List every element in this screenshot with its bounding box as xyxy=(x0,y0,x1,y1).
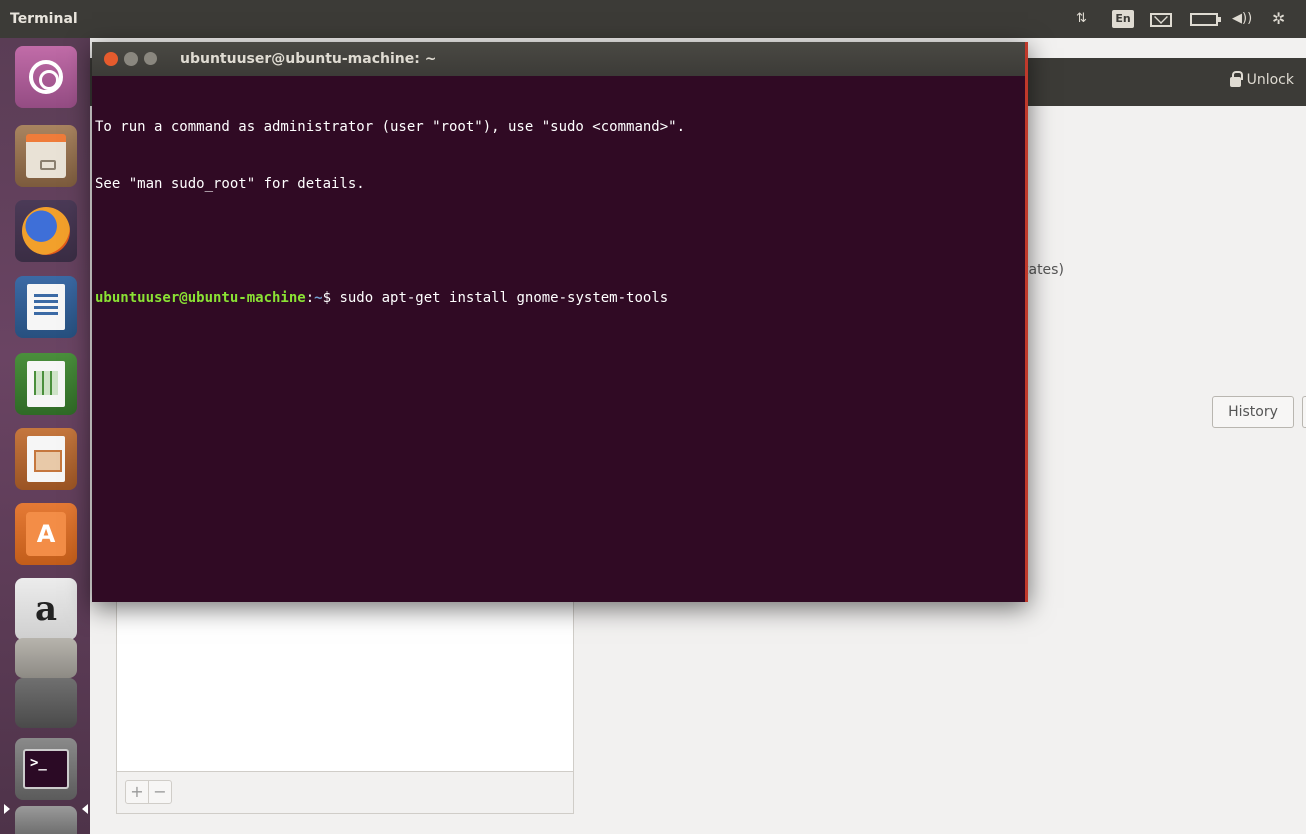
prompt-symbol: $ xyxy=(322,290,340,306)
mail-icon[interactable] xyxy=(1150,13,1172,27)
active-app-title: Terminal xyxy=(10,11,78,27)
terminal-title: ubuntuuser@ubuntu-machine: ~ xyxy=(180,51,437,67)
prompt-separator: : xyxy=(305,290,315,306)
ubuntu-logo-icon xyxy=(29,60,63,94)
terminal-titlebar[interactable]: ubuntuuser@ubuntu-machine: ~ xyxy=(92,42,1025,76)
battery-icon[interactable] xyxy=(1190,13,1221,26)
launcher-item-ubuntu-software[interactable]: A xyxy=(15,503,77,565)
partial-label: tates) xyxy=(1023,262,1064,278)
unlock-label: Unlock xyxy=(1246,72,1294,88)
launcher: A a >_ xyxy=(0,38,90,834)
file-cabinet-icon xyxy=(26,134,66,178)
offscreen-button-edge[interactable] xyxy=(1302,396,1306,428)
shopping-bag-icon: A xyxy=(26,512,66,556)
maximize-icon[interactable] xyxy=(144,52,157,65)
volume-icon[interactable]: ◀)) xyxy=(1232,11,1252,26)
calc-spreadsheet-icon xyxy=(27,361,65,407)
prompt-path: ~ xyxy=(314,290,323,306)
running-indicator-right xyxy=(82,804,88,814)
launcher-item-libreoffice-calc[interactable] xyxy=(15,353,77,415)
launcher-item-files[interactable] xyxy=(15,125,77,187)
running-indicator-left xyxy=(4,804,10,814)
terminal-output[interactable]: To run a command as administrator (user … xyxy=(92,80,1022,346)
list-toolbar: + − xyxy=(116,772,574,814)
typed-command: sudo apt-get install gnome-system-tools xyxy=(339,290,669,306)
top-panel: Terminal ⇅ En ◀)) ✲ xyxy=(0,0,1306,38)
prompt-user-host: ubuntuuser@ubuntu-machine xyxy=(95,290,306,306)
remove-button[interactable]: − xyxy=(148,780,172,804)
launcher-item-amazon[interactable]: a xyxy=(15,578,77,640)
terminal-prompt-line: ubuntuuser@ubuntu-machine:~$ sudo apt-ge… xyxy=(95,289,1022,308)
gear-icon[interactable]: ✲ xyxy=(1272,9,1285,28)
terminal-icon: >_ xyxy=(23,749,69,789)
firefox-icon xyxy=(22,207,70,255)
terminal-line: See "man sudo_root" for details. xyxy=(95,176,365,192)
add-button[interactable]: + xyxy=(125,780,149,804)
writer-document-icon xyxy=(27,284,65,330)
terminal-window[interactable]: ubuntuuser@ubuntu-machine: ~ To run a co… xyxy=(92,42,1028,602)
launcher-item-system-settings[interactable] xyxy=(15,638,77,678)
lock-icon xyxy=(1229,70,1243,87)
launcher-item-libreoffice-impress[interactable] xyxy=(15,428,77,490)
launcher-item-software-updater[interactable] xyxy=(15,678,77,728)
history-button[interactable]: History xyxy=(1212,396,1294,428)
sources-list[interactable] xyxy=(116,600,574,772)
network-arrows-icon[interactable]: ⇅ xyxy=(1076,11,1087,26)
close-icon[interactable] xyxy=(104,52,118,66)
launcher-item-firefox[interactable] xyxy=(15,200,77,262)
amazon-icon: a xyxy=(34,589,58,629)
minimize-icon[interactable] xyxy=(124,52,138,66)
launcher-item-trash[interactable] xyxy=(15,806,77,834)
keyboard-language-indicator[interactable]: En xyxy=(1112,10,1134,28)
impress-presentation-icon xyxy=(27,436,65,482)
terminal-line: To run a command as administrator (user … xyxy=(95,119,686,135)
launcher-item-libreoffice-writer[interactable] xyxy=(15,276,77,338)
unlock-button[interactable]: Unlock xyxy=(1229,70,1294,88)
launcher-item-terminal[interactable]: >_ xyxy=(15,738,77,800)
launcher-item-dash-home[interactable] xyxy=(15,46,77,108)
